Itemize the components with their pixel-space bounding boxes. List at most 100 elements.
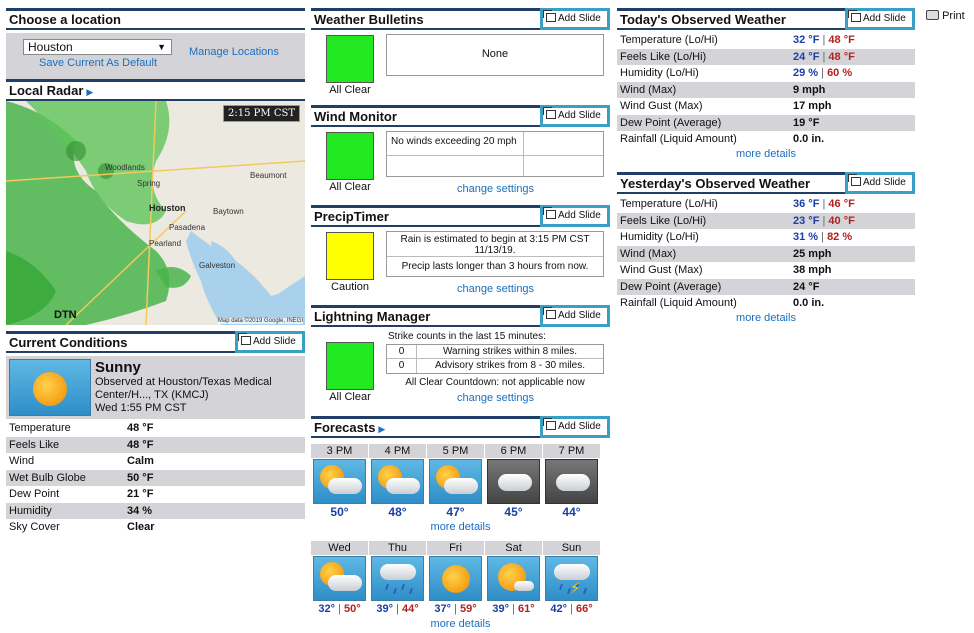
high-value: 82 % (827, 231, 853, 244)
forecasts-title[interactable]: Forecasts ▶ Add Slide (311, 416, 610, 438)
more-details-link[interactable]: more details (736, 312, 796, 324)
row-value: 24 °F (790, 278, 915, 295)
forecast-high: 61° (517, 603, 535, 615)
table-row: Feels Like (Lo/Hi) 24 °F | 48 °F (617, 48, 915, 65)
change-settings-link[interactable]: change settings (457, 392, 534, 404)
forecasts-panel: Forecasts ▶ Add Slide 3 PM 50° 4 PM 48° 5 PM 4… (311, 416, 610, 630)
daily-forecast-item[interactable]: Sat 39° | 61° (485, 541, 542, 617)
radar-map-image (6, 101, 305, 325)
precip-message-box: Rain is estimated to begin at 3:15 PM CS… (386, 231, 604, 277)
forecast-high: 44° (401, 603, 419, 615)
sunny-icon (429, 556, 482, 601)
save-default-link[interactable]: Save Current As Default (39, 57, 157, 69)
value: 0.0 in. (793, 297, 825, 310)
change-settings-link[interactable]: change settings (457, 283, 534, 295)
more-details-link[interactable]: more details (431, 521, 491, 533)
radar-timestamp: 2:15 PM CST (223, 105, 300, 122)
change-settings-link[interactable]: change settings (457, 183, 534, 195)
add-slide-button[interactable]: Add Slide (540, 305, 610, 327)
yesterday-observed-table: Temperature (Lo/Hi) 36 °F | 46 °F Feels Li… (617, 196, 915, 312)
table-row: Dew Point 21 °F (6, 486, 305, 503)
precip-start: Rain is estimated to begin at 3:15 PM CS… (387, 232, 603, 257)
add-slide-button[interactable]: Add Slide (235, 331, 305, 353)
table-row: Wind Gust (Max) 38 mph (617, 262, 915, 279)
radar-title[interactable]: Local Radar ▶ (6, 79, 305, 101)
add-slide-button[interactable]: Add Slide (540, 105, 610, 127)
radar-place-label: Woodlands (105, 163, 145, 172)
radar-panel: Local Radar ▶ Woodlands Spring Beaumont H… (6, 79, 305, 325)
add-slide-icon (543, 307, 556, 319)
add-slide-button[interactable]: Add Slide (845, 172, 915, 194)
add-slide-icon (543, 418, 556, 430)
value: 0.0 in. (793, 133, 825, 146)
radar-place-label: Pasadena (169, 223, 206, 232)
preciptimer-title: PrecipTimer Add Slide (311, 205, 610, 227)
add-slide-button[interactable]: Add Slide (540, 416, 610, 438)
forecast-temps: 32° | 50° (311, 601, 368, 617)
yesterday-observed-panel: Yesterday's Observed Weather Add Slide T… (617, 172, 915, 324)
table-row: Wet Bulb Globe 50 °F (6, 469, 305, 486)
manage-locations-link[interactable]: Manage Locations (189, 46, 279, 58)
add-slide-button[interactable]: Add Slide (845, 8, 915, 30)
location-select[interactable]: Houston ▼ (23, 39, 172, 55)
value: 25 mph (793, 247, 832, 260)
row-label: Wind (Max) (617, 81, 790, 98)
row-label: Humidity (Lo/Hi) (620, 67, 699, 80)
high-value: 40 °F (828, 214, 855, 227)
row-value: 23 °F | 40 °F (790, 212, 915, 229)
weather-bulletins-panel: Weather Bulletins Add Slide All Clear No… (311, 8, 610, 101)
radar-map[interactable]: Woodlands Spring Beaumont Houston Baytow… (6, 101, 305, 325)
forecast-temp: 47° (446, 505, 465, 519)
today-observed-panel: Today's Observed Weather Add Slide Tempe… (617, 8, 915, 160)
row-label: Temperature (9, 422, 71, 435)
row-value: 0.0 in. (790, 295, 915, 312)
table-row: Wind Calm (6, 453, 305, 470)
more-details-link[interactable]: more details (736, 148, 796, 160)
forecast-low: 39° (492, 603, 509, 615)
daily-forecast-item[interactable]: Thu 39° | 44° (369, 541, 426, 617)
yesterday-observed-title: Yesterday's Observed Weather Add Slide (617, 172, 915, 194)
forecast-high: 50° (343, 603, 361, 615)
hourly-forecast-item[interactable]: 7 PM 44° (543, 444, 600, 520)
high-value: 46 °F (828, 198, 855, 211)
today-observed-title: Today's Observed Weather Add Slide (617, 8, 915, 30)
row-value: 50 °F (124, 469, 305, 486)
forecast-temps: 37° | 59° (427, 601, 484, 617)
row-value: Calm (127, 455, 154, 468)
more-details-link[interactable]: more details (431, 618, 491, 630)
separator: | (451, 603, 460, 615)
preciptimer-panel: PrecipTimer Add Slide Caution Rain is es… (311, 205, 610, 302)
table-row: Temperature (Lo/Hi) 36 °F | 46 °F (617, 196, 915, 213)
thunderstorm-icon: ⚡ (545, 556, 598, 601)
add-slide-icon (848, 10, 861, 22)
wind-status: All Clear (326, 132, 374, 193)
add-slide-button[interactable]: Add Slide (540, 205, 610, 227)
bulletin-status: All Clear (326, 35, 374, 96)
hourly-forecast-item[interactable]: 6 PM 45° (485, 444, 542, 520)
hourly-forecast-item[interactable]: 5 PM 47° (427, 444, 484, 520)
precip-duration: Precip lasts longer than 3 hours from no… (401, 261, 589, 272)
location-title: Choose a location (6, 8, 305, 30)
daily-forecast-item[interactable]: Sun ⚡ 42° | 66° (543, 541, 600, 617)
lightning-status: All Clear (326, 342, 374, 403)
high-value: 48 °F (828, 50, 855, 63)
hourly-forecast-item[interactable]: 4 PM 48° (369, 444, 426, 520)
lightning-manager-panel: Lightning Manager Add Slide All Clear St… (311, 305, 610, 413)
current-condition: Sunny (95, 359, 141, 376)
row-label: Temperature (Lo/Hi) (620, 198, 718, 211)
radar-place-label: Beaumont (250, 171, 287, 180)
value: 9 mph (793, 83, 826, 96)
print-button[interactable]: Print (926, 10, 965, 22)
forecast-day: Wed (311, 541, 368, 555)
hourly-forecast-item[interactable]: 3 PM 50° (311, 444, 368, 520)
add-slide-icon (543, 107, 556, 119)
value: 19 °F (793, 116, 820, 129)
row-label: Dew Point (Average) (617, 278, 790, 295)
daily-forecast-item[interactable]: Wed 32° | 50° (311, 541, 368, 617)
forecast-time: 3 PM (311, 444, 368, 458)
table-row: Dew Point (Average) 19 °F (617, 114, 915, 131)
daily-forecast-item[interactable]: Fri 37° | 59° (427, 541, 484, 617)
add-slide-button[interactable]: Add Slide (540, 8, 610, 30)
row-label: Wind Gust (Max) (620, 100, 703, 113)
low-value: 24 °F (793, 50, 820, 63)
